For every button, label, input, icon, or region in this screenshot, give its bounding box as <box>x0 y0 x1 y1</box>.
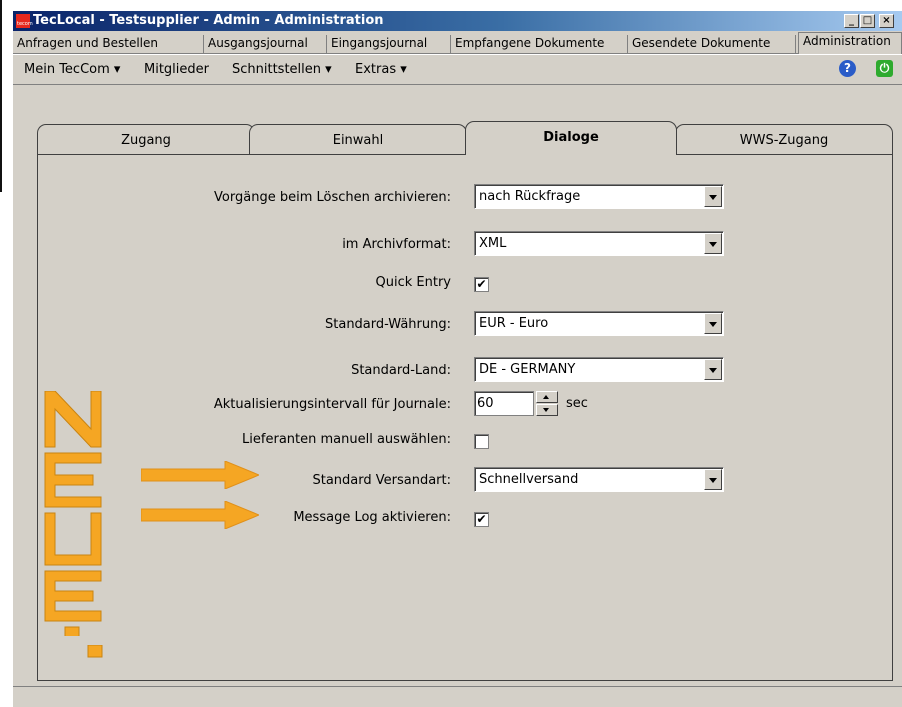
tab-eingangsjournal[interactable]: Eingangsjournal <box>327 35 451 53</box>
arrow-right-icon <box>141 461 259 489</box>
quick-entry-checkbox[interactable]: ✔ <box>474 277 489 292</box>
neue-annotation-graphic <box>44 391 102 636</box>
menu-mitglieder[interactable]: Mitglieder <box>144 62 209 77</box>
menu-extras[interactable]: Extras ▾ <box>355 62 407 77</box>
country-label: Standard-Land: <box>351 363 451 378</box>
content-area: Zugang Einwahl Dialoge WWS-Zugang Vorgän… <box>13 85 902 686</box>
dropdown-arrow-icon[interactable] <box>704 469 722 490</box>
tab-anfragen-bestellen[interactable]: Anfragen und Bestellen <box>13 35 204 53</box>
dropdown-arrow-icon[interactable] <box>704 233 722 254</box>
arrow-right-icon <box>141 501 259 529</box>
dropdown-arrow-icon[interactable] <box>704 359 722 380</box>
archive-format-label: im Archivformat: <box>342 237 451 252</box>
tab-ausgangsjournal[interactable]: Ausgangsjournal <box>204 35 327 53</box>
shipping-select[interactable]: Schnellversand <box>474 467 724 492</box>
tab-empfangene-dokumente[interactable]: Empfangene Dokumente <box>451 35 628 53</box>
dialoge-panel: Vorgänge beim Löschen archivieren: nach … <box>37 154 893 681</box>
currency-label: Standard-Währung: <box>325 317 451 332</box>
tab-einwahl[interactable]: Einwahl <box>249 124 467 154</box>
archive-format-value: XML <box>479 236 507 251</box>
tab-zugang[interactable]: Zugang <box>37 124 255 154</box>
title-bar: tecom TecLocal - Testsupplier - Admin - … <box>13 11 902 31</box>
menu-schnittstellen[interactable]: Schnittstellen ▾ <box>232 62 332 77</box>
tab-wws-zugang[interactable]: WWS-Zugang <box>675 124 893 154</box>
menu-mein-teccom[interactable]: Mein TecCom ▾ <box>24 62 120 77</box>
quick-entry-label: Quick Entry <box>375 275 451 290</box>
archive-format-select[interactable]: XML <box>474 231 724 256</box>
shipping-value: Schnellversand <box>479 472 579 487</box>
spin-down-icon[interactable] <box>536 404 558 416</box>
manual-suppliers-checkbox[interactable] <box>474 434 489 449</box>
minimize-button[interactable]: _ <box>844 14 859 28</box>
close-button[interactable]: × <box>879 14 894 28</box>
background-edge <box>0 0 13 707</box>
tab-administration[interactable]: Administration <box>798 32 902 54</box>
message-log-checkbox[interactable]: ✔ <box>474 512 489 527</box>
archive-on-delete-select[interactable]: nach Rückfrage <box>474 184 724 209</box>
exclamation-mark-graphic <box>87 645 103 658</box>
help-icon[interactable]: ? <box>839 60 856 77</box>
country-select[interactable]: DE - GERMANY <box>474 357 724 382</box>
refresh-interval-unit: sec <box>566 396 588 411</box>
dropdown-arrow-icon[interactable] <box>704 313 722 334</box>
menu-bar: Mein TecCom ▾ Mitglieder Schnittstellen … <box>13 54 902 85</box>
app-logo-icon: tecom <box>16 14 33 28</box>
archive-on-delete-value: nach Rückfrage <box>479 189 581 204</box>
manual-suppliers-label: Lieferanten manuell auswählen: <box>242 432 451 447</box>
tab-dialoge[interactable]: Dialoge <box>465 121 677 155</box>
dropdown-arrow-icon[interactable] <box>704 186 722 207</box>
tab-gesendete-dokumente[interactable]: Gesendete Dokumente <box>628 35 796 53</box>
power-icon[interactable]: ⏻ <box>876 60 893 77</box>
app-window: tecom TecLocal - Testsupplier - Admin - … <box>13 11 902 707</box>
maximize-button[interactable]: □ <box>860 14 875 28</box>
currency-select[interactable]: EUR - Euro <box>474 311 724 336</box>
refresh-interval-input[interactable]: 60 <box>474 391 534 416</box>
window-title: TecLocal - Testsupplier - Admin - Admini… <box>33 13 384 28</box>
spin-up-icon[interactable] <box>536 391 558 403</box>
main-nav-tabs: Anfragen und Bestellen Ausgangsjournal E… <box>13 31 902 54</box>
currency-value: EUR - Euro <box>479 316 549 331</box>
country-value: DE - GERMANY <box>479 362 576 377</box>
message-log-label: Message Log aktivieren: <box>293 510 451 525</box>
archive-on-delete-label: Vorgänge beim Löschen archivieren: <box>214 190 451 205</box>
shipping-label: Standard Versandart: <box>312 473 451 488</box>
status-bar <box>13 686 902 707</box>
refresh-interval-label: Aktualisierungsintervall für Journale: <box>213 397 451 412</box>
